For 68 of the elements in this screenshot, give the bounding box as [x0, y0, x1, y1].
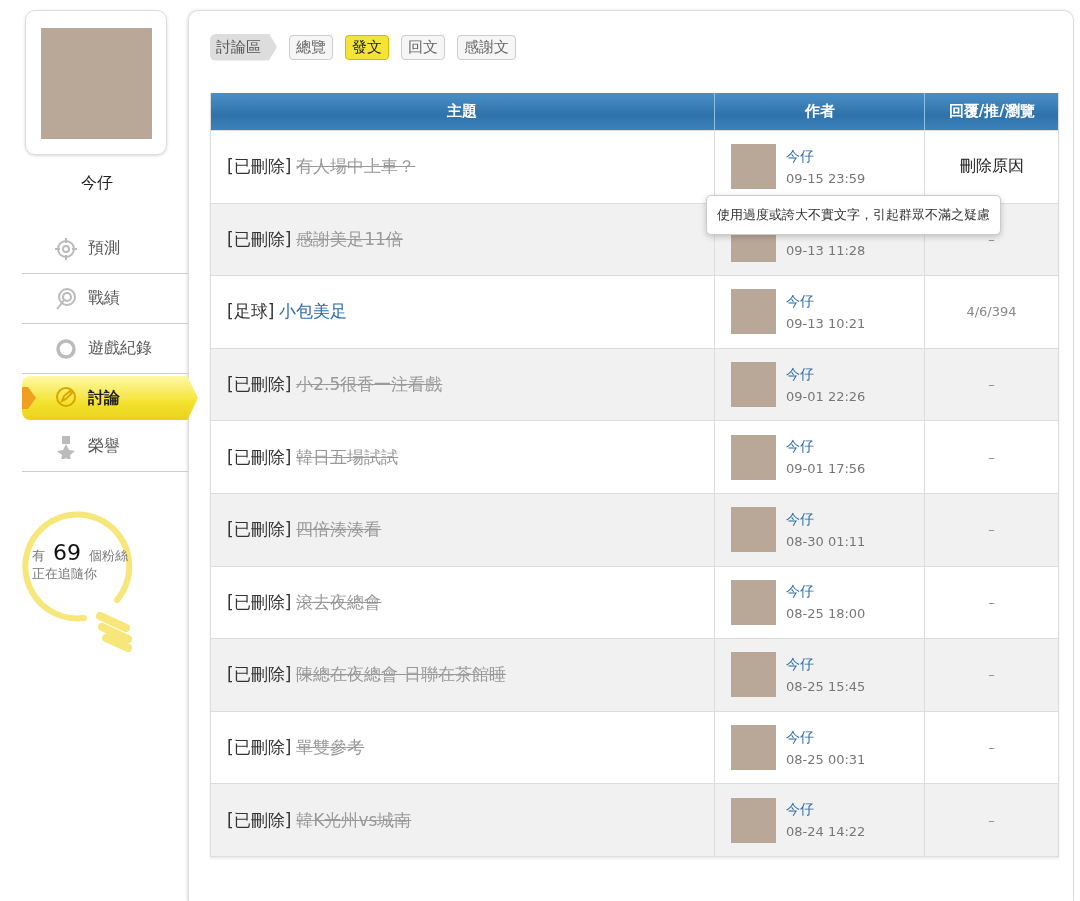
post-time: 09-13 10:21: [786, 316, 866, 331]
pencil-bubble-icon: [54, 386, 78, 410]
stats-cell: –: [988, 449, 995, 465]
author-link[interactable]: 今仔: [786, 801, 866, 819]
tab[interactable]: 回文: [401, 34, 445, 60]
delete-reason-link[interactable]: 刪除原因: [959, 156, 1024, 178]
stats-cell: –: [988, 522, 995, 538]
post-time: 09-13 11:28: [786, 243, 866, 259]
topic-cell: [已刪除] 感謝美足11倍: [227, 227, 403, 251]
photo-placeholder: [731, 362, 776, 408]
author-link[interactable]: 今仔: [786, 728, 866, 746]
post-time: 08-25 15:45: [786, 678, 866, 694]
topic-cell: [已刪除] 韓K光州vs城南: [227, 808, 412, 832]
stats-cell: –: [988, 594, 995, 610]
post-time: 09-01 22:26: [786, 388, 866, 404]
tab[interactable]: 發文: [345, 34, 389, 60]
tab[interactable]: 感謝文: [457, 34, 516, 60]
photo-placeholder: [731, 725, 776, 771]
author-link[interactable]: 今仔: [786, 655, 866, 673]
post-time: 08-30 01:11: [786, 533, 866, 549]
photo-placeholder: [731, 289, 776, 335]
crosshair-icon: [54, 236, 78, 261]
photo-placeholder: [731, 652, 776, 698]
tooltip: 使用過度或誇大不實文字，引起群眾不滿之疑慮: [706, 194, 1001, 235]
post-time: 09-15 23:59: [786, 170, 866, 186]
post-time: 08-25 00:31: [786, 751, 866, 767]
topic-cell: [已刪除] 有人場中上車？: [227, 155, 416, 179]
topic-cell: [足球] 小包美足: [227, 300, 348, 324]
photo-placeholder: [731, 144, 776, 190]
ring-icon: [54, 336, 78, 361]
fans-count: 69: [53, 540, 81, 565]
stats-cell: –: [988, 812, 995, 828]
stats-cell: –: [988, 377, 995, 393]
photo-placeholder: [731, 507, 776, 553]
stats-cell: –: [988, 740, 995, 756]
sidebar-item[interactable]: 預測: [22, 224, 188, 274]
sidebar-item[interactable]: 戰績: [22, 274, 188, 324]
target-icon: [54, 286, 78, 311]
photo-placeholder: [731, 797, 776, 843]
topic-cell: [已刪除] 小2.5很香一注看戲: [227, 373, 443, 397]
photo-placeholder: [731, 579, 776, 625]
stats-cell: –: [988, 667, 995, 683]
sidebar-item[interactable]: 討論: [22, 376, 198, 420]
post-time: 08-25 18:00: [786, 606, 866, 622]
arrow-icon: [22, 387, 36, 409]
topic-cell: [已刪除] 滾去夜總會: [227, 590, 382, 614]
stats-cell: 4/6/394: [966, 304, 1017, 320]
topic-cell: [已刪除] 單雙參考: [227, 736, 365, 760]
section-label: 討論區: [210, 33, 277, 61]
fans-caption: 正在追隨你: [32, 565, 98, 583]
tab[interactable]: 總覽: [289, 34, 333, 60]
author-link[interactable]: 今仔: [786, 510, 866, 528]
photo-placeholder: [731, 434, 776, 480]
sidebar-item[interactable]: 遊戲紀錄: [22, 324, 188, 374]
author-link[interactable]: 今仔: [786, 147, 866, 165]
column-header: 回覆/推/瀏覽: [947, 101, 1036, 122]
sidebar-item[interactable]: 榮譽: [22, 422, 188, 472]
author-link[interactable]: 今仔: [786, 365, 866, 383]
topic-cell: [已刪除] 四倍湊湊看: [227, 518, 382, 542]
author-link[interactable]: 今仔: [786, 438, 866, 456]
author-link[interactable]: 今仔: [786, 293, 866, 310]
profile-name: 今仔: [81, 173, 113, 194]
fans-label: 有: [32, 547, 45, 565]
topic-cell: [已刪除] 韓日五場試試: [227, 445, 399, 469]
post-time: 08-24 14:22: [786, 824, 866, 840]
author-link[interactable]: 今仔: [786, 583, 866, 601]
topic-cell: [已刪除] 陳總在夜總會 日聯在茶館睡: [227, 663, 506, 687]
post-time: 09-01 17:56: [786, 461, 866, 477]
